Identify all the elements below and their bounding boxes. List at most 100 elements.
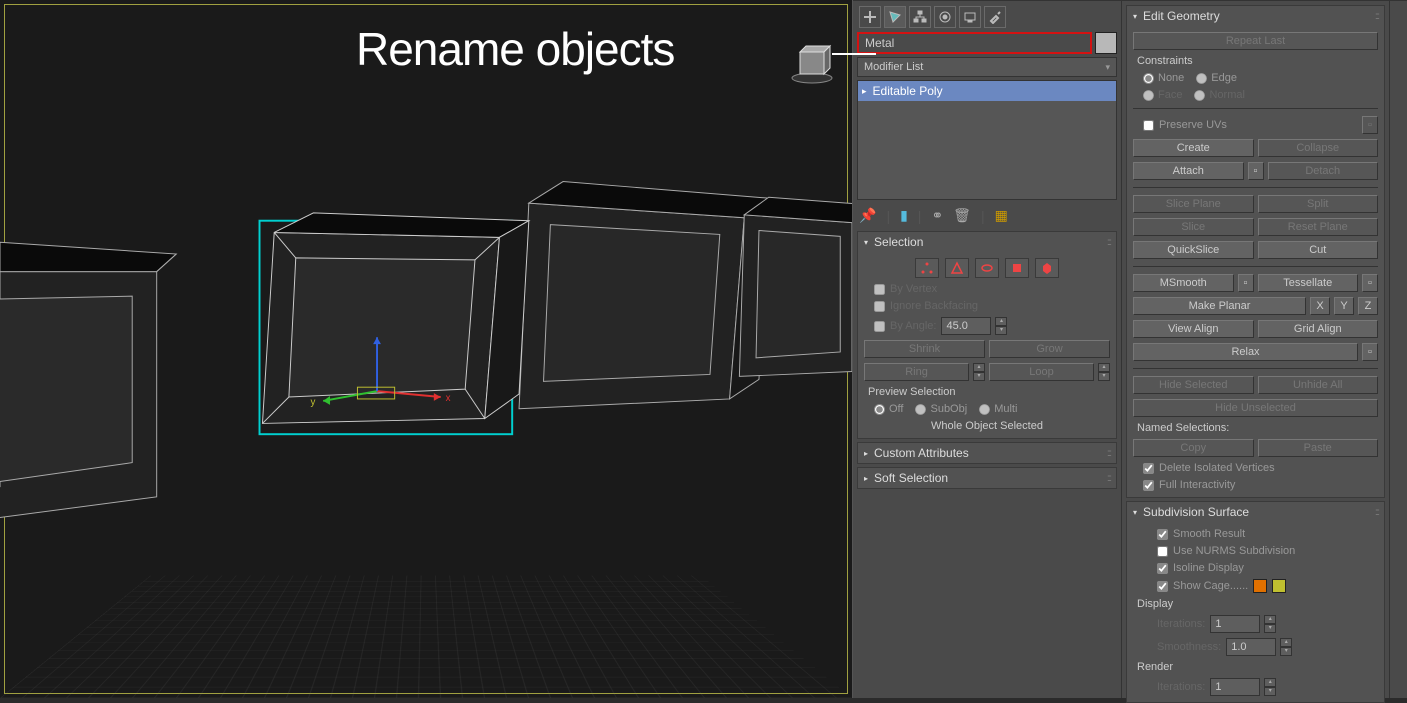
view-align-button[interactable]: View Align (1133, 320, 1254, 338)
edit-geometry-rollout: Edit Geometry:::: Repeat Last Constraint… (1126, 5, 1385, 498)
ignore-backfacing-check: Ignore Backfacing (864, 300, 1110, 312)
modify-panel: Modifier List Editable Poly 📌 | ▮ | ⚭ 🗑 … (853, 1, 1121, 698)
panel-scrollbar[interactable] (1389, 1, 1407, 698)
tessellate-settings[interactable]: ▫ (1362, 274, 1378, 292)
modifier-item[interactable]: Editable Poly (858, 81, 1116, 101)
modifier-list-dropdown[interactable]: Modifier List (857, 57, 1117, 77)
modifier-list-label: Modifier List (864, 61, 923, 73)
hierarchy-tab[interactable] (909, 6, 931, 28)
display-tab[interactable] (959, 6, 981, 28)
pin-stack-icon[interactable]: 📌 (859, 207, 876, 224)
slice-button: Slice (1133, 218, 1254, 236)
command-panel: Modifier List Editable Poly 📌 | ▮ | ⚭ 🗑 … (853, 0, 1407, 698)
reset-plane-button: Reset Plane (1258, 218, 1379, 236)
smooth-result-check[interactable] (1157, 529, 1168, 540)
selection-header[interactable]: Selection:::: (858, 232, 1116, 252)
render-label: Render (1133, 661, 1378, 673)
grid-align-button[interactable]: Grid Align (1258, 320, 1379, 338)
unhide-all-button: Unhide All (1258, 376, 1379, 394)
loop-button: Loop (989, 363, 1094, 381)
vertex-mode[interactable] (915, 258, 939, 278)
named-selections-label: Named Selections: (1133, 422, 1378, 434)
subobject-row (864, 258, 1110, 278)
grow-button: Grow (989, 340, 1110, 358)
constraint-edge: Edge (1196, 72, 1237, 84)
by-angle-check: By Angle: 45.0▴▾ (864, 317, 1110, 335)
constraint-none[interactable]: None (1143, 72, 1184, 84)
msmooth-button[interactable]: MSmooth (1133, 274, 1234, 292)
create-tab[interactable] (859, 6, 881, 28)
viewport[interactable]: x y Rename objects (0, 0, 853, 698)
constraints-label: Constraints (1133, 55, 1378, 67)
soft-selection-header[interactable]: Soft Selection:::: (858, 468, 1116, 488)
show-end-result-icon[interactable]: ▮ (900, 207, 908, 224)
element-mode[interactable] (1035, 258, 1059, 278)
svg-text:x: x (446, 393, 451, 404)
svg-text:y: y (310, 397, 315, 408)
constraint-normal: Normal (1194, 89, 1244, 101)
preview-multi-radio: Multi (979, 403, 1017, 415)
utilities-tab[interactable] (984, 6, 1006, 28)
remove-modifier-icon[interactable]: 🗑 (953, 207, 971, 224)
by-vertex-check: By Vertex (864, 283, 1110, 295)
scene: x y (0, 0, 852, 698)
object-name-input[interactable] (857, 32, 1092, 54)
cage-color-2[interactable] (1272, 579, 1286, 593)
custom-attributes-rollout: Custom Attributes:::: (857, 442, 1117, 464)
modifier-stack[interactable]: Editable Poly (857, 80, 1117, 200)
msmooth-settings[interactable]: ▫ (1238, 274, 1254, 292)
attach-button[interactable]: Attach (1133, 162, 1244, 180)
tessellate-button[interactable]: Tessellate (1258, 274, 1359, 292)
preview-off-radio[interactable]: Off (874, 403, 903, 415)
planar-x-button[interactable]: X (1310, 297, 1330, 315)
constraint-face: Face (1143, 89, 1182, 101)
attach-list-button[interactable]: ▫ (1248, 162, 1264, 180)
subdiv-rollout: Subdivision Surface:::: Smooth Result Us… (1126, 501, 1385, 703)
slice-plane-button: Slice Plane (1133, 195, 1254, 213)
make-planar-button[interactable]: Make Planar (1133, 297, 1306, 315)
delete-iso-check[interactable] (1143, 463, 1154, 474)
edit-geometry-header[interactable]: Edit Geometry:::: (1127, 6, 1384, 26)
full-interactivity-check[interactable] (1143, 480, 1154, 491)
create-button[interactable]: Create (1133, 139, 1254, 157)
show-cage-check[interactable] (1157, 581, 1168, 592)
cut-button[interactable]: Cut (1258, 241, 1379, 259)
preserve-uvs-check[interactable] (1143, 120, 1154, 131)
object-color-swatch[interactable] (1095, 32, 1117, 54)
custom-attributes-header[interactable]: Custom Attributes:::: (858, 443, 1116, 463)
planar-z-button[interactable]: Z (1358, 297, 1378, 315)
make-unique-icon[interactable]: ⚭ (931, 207, 943, 224)
soft-selection-rollout: Soft Selection:::: (857, 467, 1117, 489)
annotation-line (832, 53, 876, 55)
planar-y-button[interactable]: Y (1334, 297, 1354, 315)
ring-button: Ring (864, 363, 969, 381)
collapse-button: Collapse (1258, 139, 1379, 157)
display-label: Display (1133, 598, 1378, 610)
isoline-check[interactable] (1157, 563, 1168, 574)
preview-subobj-radio: SubObj (915, 403, 967, 415)
relax-button[interactable]: Relax (1133, 343, 1358, 361)
render-iter-value: 1 (1210, 678, 1260, 696)
configure-sets-icon[interactable]: ▦ (995, 207, 1008, 224)
hide-selected-button: Hide Selected (1133, 376, 1254, 394)
preview-label: Preview Selection (864, 386, 1110, 398)
preserve-uvs-settings: ▫ (1362, 116, 1378, 134)
motion-tab[interactable] (934, 6, 956, 28)
polygon-mode[interactable] (1005, 258, 1029, 278)
copy-button: Copy (1133, 439, 1254, 457)
iter-value: 1 (1210, 615, 1260, 633)
subdiv-header[interactable]: Subdivision Surface:::: (1127, 502, 1384, 522)
edit-geometry-panel: Edit Geometry:::: Repeat Last Constraint… (1121, 1, 1389, 698)
modify-tab[interactable] (884, 6, 906, 28)
edge-mode[interactable] (945, 258, 969, 278)
selection-status: Whole Object Selected (864, 420, 1110, 432)
border-mode[interactable] (975, 258, 999, 278)
selection-rollout: Selection:::: By Vertex Ignore Backfacin… (857, 231, 1117, 439)
nurms-check[interactable] (1157, 546, 1168, 557)
cage-color-1[interactable] (1253, 579, 1267, 593)
quickslice-button[interactable]: QuickSlice (1133, 241, 1254, 259)
stack-toolbar: 📌 | ▮ | ⚭ 🗑 | ▦ (857, 203, 1117, 228)
repeat-last-button: Repeat Last (1133, 32, 1378, 50)
relax-settings[interactable]: ▫ (1362, 343, 1378, 361)
shrink-button: Shrink (864, 340, 985, 358)
